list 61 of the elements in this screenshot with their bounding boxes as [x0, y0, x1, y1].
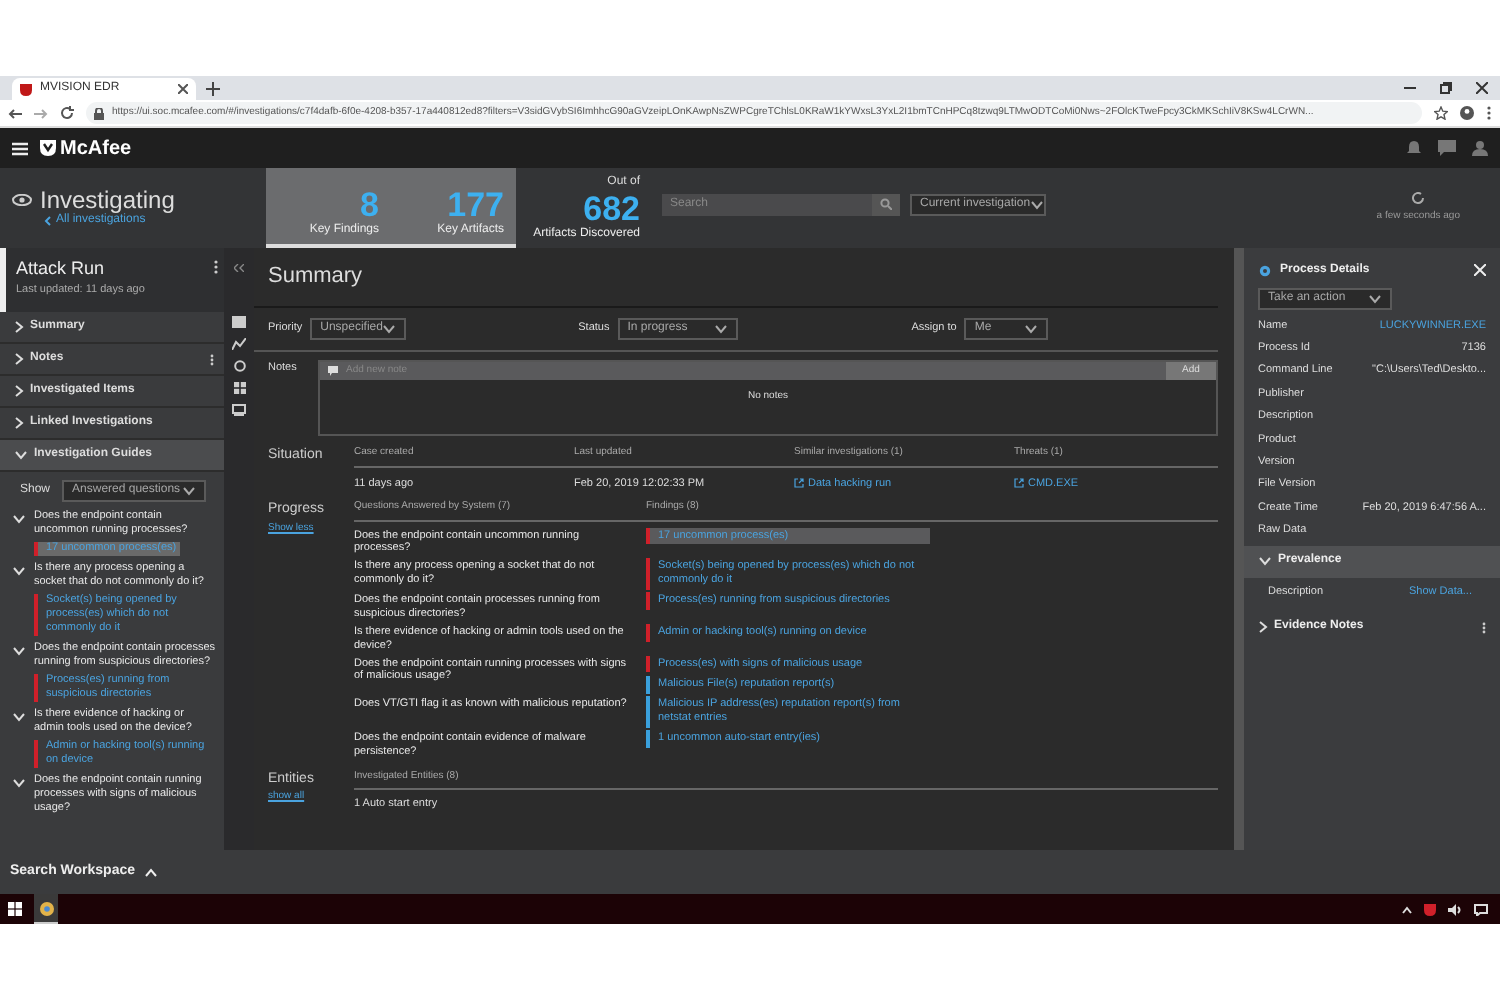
- panel-icon: [232, 316, 246, 328]
- stat-value: 177: [447, 188, 504, 222]
- forward-arrow-icon: [34, 107, 48, 119]
- circle-icon: [233, 360, 245, 372]
- brand-logo-text: McAfee: [60, 135, 132, 163]
- chevron-right-icon: [14, 352, 24, 366]
- chevron-down-icon: [1258, 556, 1272, 567]
- chevron-right-icon: [14, 416, 24, 430]
- case-title: Attack Run: [16, 260, 107, 278]
- close-icon: [178, 84, 188, 94]
- page-title: Investigating: [40, 187, 175, 211]
- stat-value: 682: [583, 191, 640, 225]
- reload-icon: [60, 106, 74, 120]
- restore-icon: [1440, 82, 1452, 94]
- close-icon: [1474, 264, 1486, 276]
- plus-icon: [206, 82, 220, 96]
- shield-logo-icon: [40, 140, 56, 156]
- more-icon: [1486, 106, 1492, 120]
- shield-logo-icon: [1424, 903, 1436, 915]
- user-icon: [1472, 140, 1488, 156]
- account-icon: [1460, 106, 1474, 120]
- browser-icon: [39, 901, 53, 915]
- chat-icon: [1438, 140, 1456, 156]
- caret-icon: [1024, 324, 1039, 334]
- notification-icon: [1474, 903, 1488, 915]
- search-icon: [880, 198, 892, 210]
- back-arrow-icon: [8, 107, 22, 119]
- close-icon: [1476, 82, 1488, 94]
- caret-icon: [382, 324, 397, 334]
- refresh-icon: [1412, 191, 1425, 204]
- external-link-icon: [1014, 478, 1024, 489]
- chevron-down-icon: [14, 450, 28, 460]
- windows-start-icon: [8, 902, 22, 916]
- menu-icon: [12, 141, 28, 155]
- chevron-up-icon: [1402, 905, 1412, 913]
- chevron-up-icon: [143, 867, 158, 877]
- chevron-right-icon: [1258, 620, 1268, 635]
- graph-icon: [232, 338, 246, 350]
- chevron-right-icon: [14, 320, 24, 334]
- caret-icon: [1030, 199, 1045, 209]
- monitor-icon: [232, 404, 246, 416]
- grid-icon: [233, 382, 245, 394]
- caret-icon: [1368, 294, 1382, 304]
- lock-icon: [94, 107, 104, 119]
- speaker-icon: [1448, 903, 1462, 915]
- chevron-left-icon: [44, 215, 52, 225]
- caret-icon: [713, 324, 728, 334]
- comment-icon: [328, 366, 338, 376]
- eye-icon: [12, 193, 32, 205]
- bell-icon: [1406, 140, 1422, 156]
- external-link-icon: [794, 478, 804, 489]
- caret-icon: [182, 485, 197, 495]
- minimize-icon: [1404, 82, 1416, 94]
- chevron-right-icon: [14, 384, 24, 398]
- star-icon: [1434, 106, 1448, 120]
- section-title: Summary: [254, 248, 1218, 308]
- taskbar-app[interactable]: [34, 894, 58, 924]
- search-button[interactable]: [872, 193, 900, 215]
- stat-value: 8: [360, 188, 379, 222]
- shield-logo-icon: [20, 83, 32, 95]
- collapse-icon: [234, 264, 244, 272]
